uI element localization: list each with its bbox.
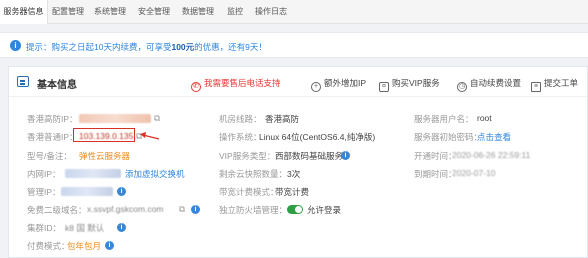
tab-monitor[interactable]: 监控 [220, 0, 250, 24]
copy-icon[interactable]: ⧉ [179, 204, 185, 215]
firewall-value: 允许登录 [307, 205, 342, 215]
arrow-pointer-icon [140, 132, 160, 140]
snapshot-label: 剩余云快照数量： [219, 169, 288, 179]
extra-ip-button[interactable]: + 额外增加IP [311, 77, 366, 92]
help-icon[interactable]: i [341, 151, 350, 160]
help-icon[interactable]: i [191, 205, 200, 214]
model-value: 弹性云服务器 [79, 151, 131, 161]
os-value: Linux 64位(CentOS6.4,纯净版) [259, 132, 376, 142]
tab-server-info[interactable]: 服务器信息 [0, 0, 48, 24]
mgmt-ip-value-redacted [61, 187, 113, 196]
open-time-value: 2020-06-26 22:59:11 [452, 150, 531, 160]
snapshot-value: 3次 [287, 169, 301, 179]
cluster-value: k8 国 默认 [65, 223, 105, 233]
top-tab-bar: 服务器信息 配置管理 系统管理 安全管理 数据管理 监控 操作日志 [0, 0, 588, 24]
help-icon[interactable]: i [117, 187, 126, 196]
add-virtual-switch-link[interactable]: 添加虚拟交换机 [125, 168, 185, 180]
submit-ticket-button[interactable]: ≡ 提交工单 [531, 77, 578, 92]
panel-title: 基本信息 [37, 80, 77, 91]
help-icon[interactable]: i [105, 241, 114, 250]
ticket-icon: ≡ [531, 82, 541, 92]
hk-ddos-ip-value-redacted [79, 114, 151, 123]
open-time-label: 开通时间： [414, 151, 457, 161]
tab-system[interactable]: 系统管理 [88, 0, 132, 24]
ip-highlight-box [73, 128, 135, 142]
plus-circle-icon: + [311, 82, 321, 92]
expire-time-value: 2020-07-10 [452, 168, 496, 178]
bandwidth-value: 带宽计费 [275, 187, 310, 197]
firewall-label: 独立防火墙管理： [219, 205, 288, 215]
hk-ddos-ip-label: 香港高防IP： [27, 114, 78, 124]
lan-ip-label: 内网IP： [27, 169, 61, 179]
info-icon: i [10, 40, 21, 51]
room-value: 香港高防 [265, 114, 300, 124]
domain-value: x.ssvpf.gskcom.com [87, 204, 164, 214]
expire-time-label: 到期时间： [414, 169, 457, 179]
tab-config[interactable]: 配置管理 [48, 0, 88, 24]
auto-renew-button[interactable]: ◷ 自动续费设置 [457, 77, 521, 92]
view-password-link[interactable]: 点击查看 [477, 131, 511, 143]
lan-ip-value-redacted [65, 169, 121, 178]
username-label: 服务器用户名： [414, 114, 474, 124]
phone-support-button[interactable]: ✆ 我需要售后电话支持 [191, 77, 281, 92]
buy-vip-button[interactable]: ¤ 购买VIP服务 [379, 77, 440, 92]
username-value: root [477, 113, 492, 123]
clock-icon: ◷ [457, 82, 467, 92]
cart-icon: ¤ [379, 82, 389, 92]
pay-mode-label: 付费模式： [27, 241, 70, 251]
copy-icon[interactable]: ⧉ [154, 113, 160, 124]
basic-info-panel: 基本信息 ✆ 我需要售后电话支持 + 额外增加IP ¤ 购买VIP服务 ◷ 自动续费设置… [8, 66, 588, 258]
firewall-toggle[interactable] [287, 205, 303, 214]
bandwidth-label: 带宽计费模式： [219, 187, 279, 197]
vip-type-label: VIP服务类型： [219, 151, 276, 161]
vip-type-value: 西部数码基础服务 [275, 151, 344, 161]
tab-data[interactable]: 数据管理 [176, 0, 220, 24]
list-icon [17, 76, 29, 87]
notice-text: 提示：购买之日起10天内续费，可享受100元的优惠，还有9天！ [26, 42, 267, 52]
domain-label: 免费二级域名： [27, 205, 87, 215]
phone-icon: ✆ [191, 82, 201, 92]
tab-logs[interactable]: 操作日志 [250, 0, 292, 24]
cluster-label: 集群ID： [27, 223, 62, 233]
os-label: 操作系统： [219, 132, 262, 142]
model-label: 型号/备注： [27, 151, 72, 161]
hk-normal-ip-label: 香港普通IP： [27, 132, 78, 142]
mgmt-ip-label: 管理IP： [27, 187, 61, 197]
renewal-notice: i 提示：购买之日起10天内续费，可享受100元的优惠，还有9天！ [0, 32, 588, 58]
password-label: 服务器初始密码： [414, 132, 483, 142]
panel-header: 基本信息 ✆ 我需要售后电话支持 + 额外增加IP ¤ 购买VIP服务 ◷ 自动续费设置… [9, 67, 587, 97]
pay-mode-value: 包年包月 [67, 241, 102, 251]
help-icon[interactable]: i [117, 223, 126, 232]
tab-security[interactable]: 安全管理 [132, 0, 176, 24]
room-label: 机房线路： [219, 114, 262, 124]
